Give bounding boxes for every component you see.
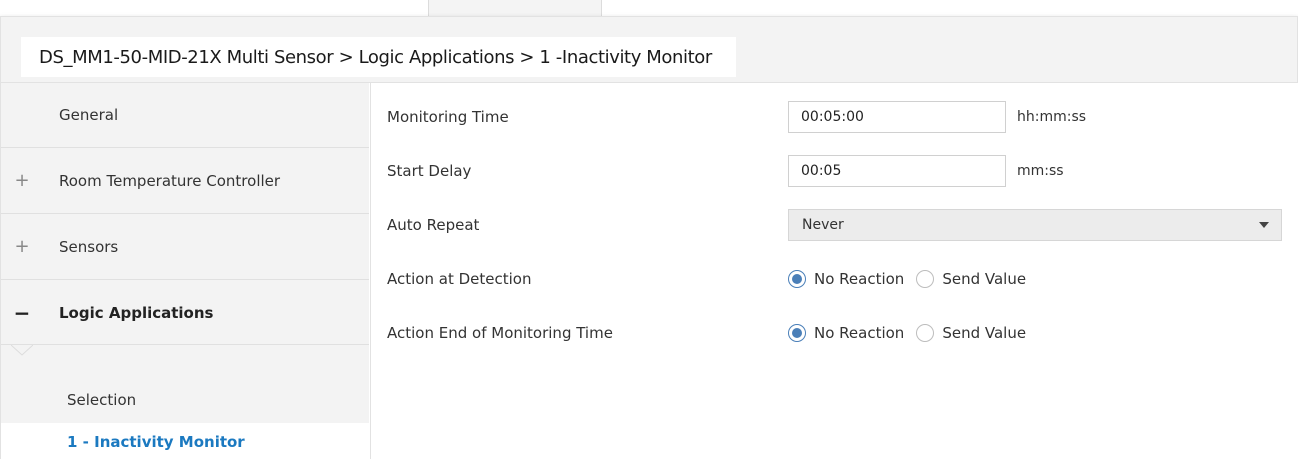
radio-option-send-value[interactable]: Send Value — [916, 324, 1026, 342]
param-row-start-delay: Start Delay mm:ss — [371, 153, 1298, 189]
parameter-window: DS_MM1-50-MID-21X Multi Sensor > Logic A… — [0, 16, 1298, 459]
unit-label: hh:mm:ss — [1017, 109, 1087, 125]
param-label: Monitoring Time — [387, 108, 509, 126]
radio-label: Send Value — [942, 270, 1027, 288]
radio-label: Send Value — [942, 324, 1027, 342]
radio-unselected-icon[interactable] — [916, 324, 935, 342]
start-delay-input[interactable] — [788, 155, 1006, 187]
radio-label: No Reaction — [814, 270, 905, 288]
sidebar-item-label: General — [59, 106, 119, 124]
sidebar-subitem-selection[interactable]: Selection — [1, 369, 369, 431]
header-bar: DS_MM1-50-MID-21X Multi Sensor > Logic A… — [1, 17, 1297, 83]
param-label: Action End of Monitoring Time — [387, 324, 613, 342]
param-label: Auto Repeat — [387, 216, 480, 234]
top-tab-strip — [0, 0, 1298, 16]
monitoring-time-input[interactable] — [788, 101, 1006, 133]
submenu-notch-icon — [11, 345, 33, 356]
param-row-action-at-detection: Action at Detection No Reaction Send Val… — [371, 261, 1298, 297]
action-at-detection-radio-group: No Reaction Send Value — [788, 265, 1038, 293]
radio-unselected-icon[interactable] — [916, 270, 935, 288]
sidebar-item-label: Room Temperature Controller — [59, 172, 281, 190]
sidebar: General + Room Temperature Controller + … — [1, 83, 371, 459]
radio-selected-icon[interactable] — [788, 324, 806, 342]
param-label: Start Delay — [387, 162, 472, 180]
radio-selected-icon[interactable] — [788, 270, 806, 288]
sidebar-item-label: Logic Applications — [59, 303, 214, 322]
app-frame: DS_MM1-50-MID-21X Multi Sensor > Logic A… — [0, 0, 1298, 459]
sidebar-subitem-label: Selection — [67, 391, 137, 409]
parameter-panel: Monitoring Time hh:mm:ss Start Delay mm:… — [370, 83, 1298, 459]
select-value: Never — [802, 217, 844, 233]
radio-option-send-value[interactable]: Send Value — [916, 270, 1026, 288]
sidebar-subitem-label: 1 - Inactivity Monitor — [67, 432, 245, 451]
auto-repeat-select[interactable]: Never — [788, 209, 1282, 241]
top-tab[interactable] — [428, 0, 602, 16]
radio-option-no-reaction[interactable]: No Reaction — [788, 270, 904, 288]
param-row-monitoring-time: Monitoring Time hh:mm:ss — [371, 99, 1298, 135]
sidebar-item-logic-applications[interactable]: − Logic Applications — [1, 281, 369, 345]
chevron-down-icon — [1259, 222, 1269, 228]
action-end-radio-group: No Reaction Send Value — [788, 319, 1038, 347]
param-row-action-end-of-monitoring-time: Action End of Monitoring Time No Reactio… — [371, 315, 1298, 351]
sidebar-item-general[interactable]: General — [1, 83, 369, 148]
param-label: Action at Detection — [387, 270, 532, 288]
radio-option-no-reaction[interactable]: No Reaction — [788, 324, 904, 342]
plus-icon[interactable]: + — [13, 238, 31, 256]
sidebar-subitem-inactivity-monitor[interactable]: 1 - Inactivity Monitor — [1, 423, 371, 459]
sidebar-item-label: Sensors — [59, 238, 119, 256]
param-row-auto-repeat: Auto Repeat Never — [371, 207, 1298, 243]
breadcrumb: DS_MM1-50-MID-21X Multi Sensor > Logic A… — [21, 37, 736, 77]
sidebar-item-room-temperature-controller[interactable]: + Room Temperature Controller — [1, 149, 369, 214]
sidebar-item-sensors[interactable]: + Sensors — [1, 215, 369, 280]
unit-label: mm:ss — [1017, 163, 1064, 179]
minus-icon[interactable]: − — [13, 303, 31, 323]
radio-label: No Reaction — [814, 324, 905, 342]
plus-icon[interactable]: + — [13, 172, 31, 190]
